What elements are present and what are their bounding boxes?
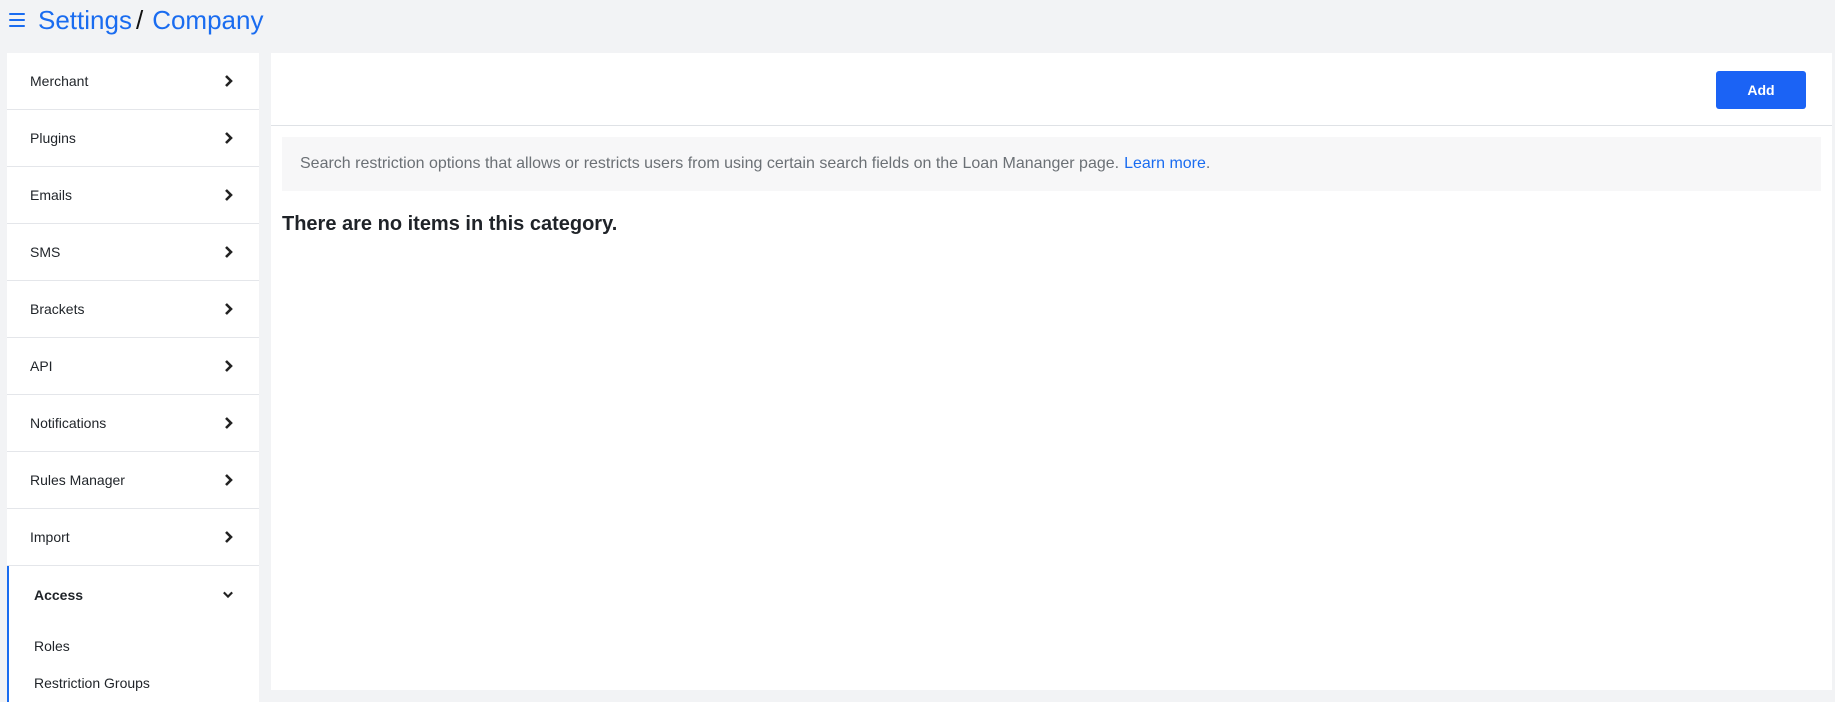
learn-more-link[interactable]: Learn more — [1124, 155, 1206, 173]
chevron-right-icon — [223, 531, 233, 543]
sidebar-item-brackets[interactable]: Brackets — [7, 281, 259, 338]
main-panel: Add Search restriction options that allo… — [271, 53, 1832, 690]
chevron-right-icon — [223, 303, 233, 315]
chevron-right-icon — [223, 189, 233, 201]
sidebar-item-plugins[interactable]: Plugins — [7, 110, 259, 167]
breadcrumb-separator: / — [135, 5, 144, 35]
chevron-right-icon — [223, 246, 233, 258]
sidebar-item-label: Emails — [30, 187, 73, 203]
info-text: Search restriction options that allows o… — [300, 155, 1120, 172]
chevron-down-icon — [223, 590, 233, 600]
sidebar-item-rules-manager[interactable]: Rules Manager — [7, 452, 259, 509]
chevron-right-icon — [223, 132, 233, 144]
access-submenu: Roles Restriction Groups — [7, 623, 259, 702]
sidebar-item-label: Rules Manager — [30, 472, 125, 488]
info-banner: Search restriction options that allows o… — [282, 137, 1821, 191]
sidebar-item-label: Notifications — [30, 415, 107, 431]
sidebar-item-label: API — [30, 358, 53, 374]
main-toolbar: Add — [271, 53, 1832, 126]
sidebar-item-label: Plugins — [30, 130, 76, 146]
chevron-right-icon — [223, 417, 233, 429]
add-button[interactable]: Add — [1716, 71, 1806, 109]
sidebar-item-access[interactable]: Access — [7, 566, 259, 623]
sidebar-item-merchant[interactable]: Merchant — [7, 53, 259, 110]
sidebar-item-label: Merchant — [30, 73, 89, 89]
chevron-right-icon — [223, 360, 233, 372]
sidebar-item-notifications[interactable]: Notifications — [7, 395, 259, 452]
page-header: Settings / Company — [0, 0, 1835, 40]
breadcrumb-settings[interactable]: Settings — [38, 7, 132, 33]
chevron-right-icon — [223, 474, 233, 486]
sidebar-subitem-roles[interactable]: Roles — [9, 627, 259, 664]
sidebar-subitem-restriction-groups[interactable]: Restriction Groups — [9, 664, 259, 701]
sidebar-item-label: Import — [30, 529, 70, 545]
sidebar-item-label: SMS — [30, 244, 61, 260]
info-period: . — [1205, 155, 1211, 172]
sidebar-item-emails[interactable]: Emails — [7, 167, 259, 224]
sidebar-item-import[interactable]: Import — [7, 509, 259, 566]
sidebar-item-api[interactable]: API — [7, 338, 259, 395]
sidebar-item-label: Access — [34, 586, 84, 603]
sidebar-item-sms[interactable]: SMS — [7, 224, 259, 281]
settings-sidebar: Merchant Plugins Emails SMS Brackets API… — [7, 53, 259, 702]
hamburger-menu-icon[interactable] — [9, 13, 25, 27]
chevron-right-icon — [223, 75, 233, 87]
empty-state-message: There are no items in this category. — [282, 213, 618, 235]
breadcrumb-company[interactable]: Company — [152, 7, 263, 33]
sidebar-item-label: Brackets — [30, 301, 85, 317]
